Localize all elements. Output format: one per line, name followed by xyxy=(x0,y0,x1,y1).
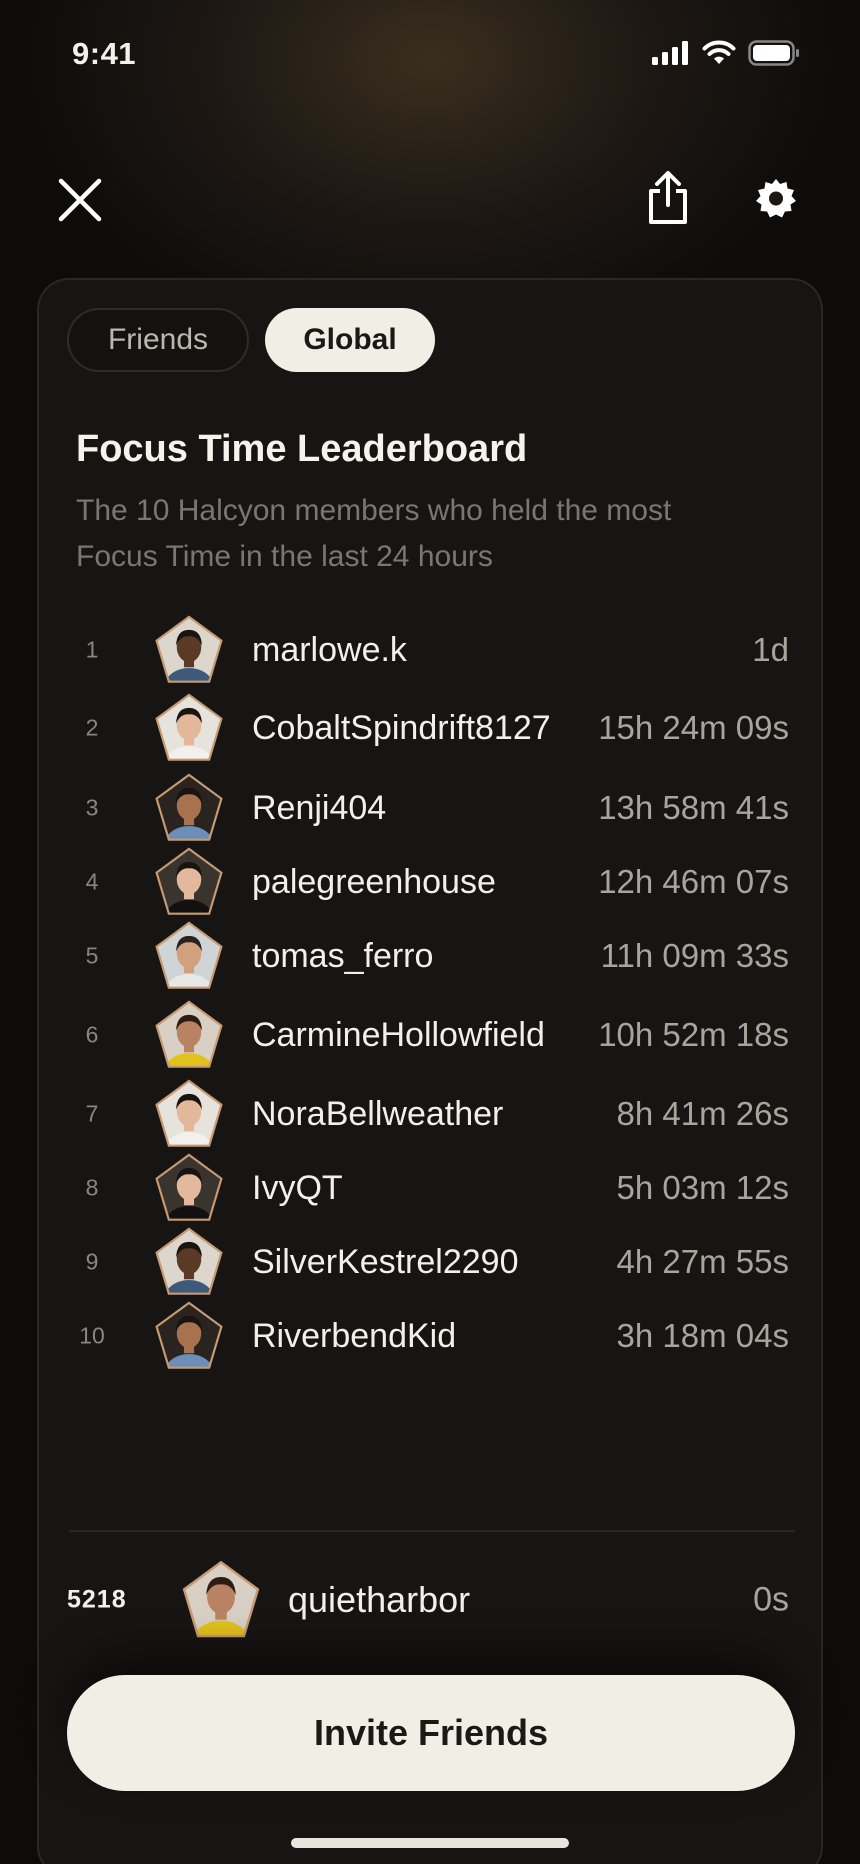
leaderboard-row[interactable]: 2 CobaltSpindrift8127 15h 24m 09s xyxy=(39,688,825,768)
leaderboard-row[interactable]: 1 marlowe.k 1d xyxy=(39,610,825,690)
avatar xyxy=(153,1152,225,1224)
share-button[interactable] xyxy=(640,166,696,230)
row-focus-time: 13h 58m 41s xyxy=(598,789,789,826)
avatar xyxy=(153,1300,225,1372)
row-focus-time: 12h 46m 07s xyxy=(598,863,789,900)
leaderboard-row[interactable]: 10 RiverbendKid 3h 18m 04s xyxy=(39,1296,825,1376)
row-focus-time: 1d xyxy=(752,631,789,668)
leaderboard-row[interactable]: 8 IvyQT 5h 03m 12s xyxy=(39,1148,825,1228)
row-focus-time: 4h 27m 55s xyxy=(616,1243,789,1280)
close-button[interactable] xyxy=(52,172,108,228)
row-username: Renji404 xyxy=(252,789,387,827)
row-rank: 10 xyxy=(79,1322,105,1349)
row-rank: 6 xyxy=(85,1021,99,1048)
invite-friends-button[interactable]: Invite Friends xyxy=(67,1675,795,1791)
row-rank: 8 xyxy=(85,1174,99,1201)
row-focus-time: 8h 41m 26s xyxy=(616,1095,789,1132)
row-username: CobaltSpindrift8127 xyxy=(252,709,551,747)
settings-button[interactable] xyxy=(748,170,804,226)
top-bar xyxy=(0,160,860,230)
row-username: CarmineHollowfield xyxy=(252,1016,545,1054)
leaderboard-row[interactable]: 7 NoraBellweather 8h 41m 26s xyxy=(39,1074,825,1154)
row-rank: 7 xyxy=(85,1100,99,1127)
row-username: IvyQT xyxy=(252,1169,343,1207)
wifi-icon xyxy=(702,40,736,64)
row-focus-time: 11h 09m 33s xyxy=(600,937,789,974)
avatar xyxy=(153,692,225,764)
current-user-avatar xyxy=(180,1559,262,1641)
home-indicator xyxy=(291,1838,569,1848)
leaderboard-title: Focus Time Leaderboard xyxy=(76,428,528,470)
tab-global[interactable]: Global xyxy=(265,308,435,372)
row-focus-time: 15h 24m 09s xyxy=(598,709,789,746)
cellular-signal-icon xyxy=(652,41,688,65)
status-bar: 9:41 xyxy=(0,0,860,110)
row-focus-time: 3h 18m 04s xyxy=(616,1317,789,1354)
leaderboard-row[interactable]: 4 palegreenhouse 12h 46m 07s xyxy=(39,842,825,922)
row-rank: 2 xyxy=(85,714,99,741)
row-rank: 4 xyxy=(85,868,99,895)
row-rank: 5 xyxy=(85,942,99,969)
row-rank: 9 xyxy=(85,1248,99,1275)
leaderboard-card: Friends Global Focus Time Leaderboard Th… xyxy=(37,278,823,1864)
row-username: RiverbendKid xyxy=(252,1317,457,1355)
leaderboard-subtitle: The 10 Halcyon members who held the most… xyxy=(76,494,672,573)
current-user-name: quietharbor xyxy=(288,1579,471,1620)
battery-icon xyxy=(748,40,799,66)
row-username: marlowe.k xyxy=(252,631,407,669)
share-icon xyxy=(649,171,687,224)
avatar xyxy=(153,1078,225,1150)
row-username: palegreenhouse xyxy=(252,863,496,901)
row-focus-time: 5h 03m 12s xyxy=(616,1169,789,1206)
row-username: SilverKestrel2290 xyxy=(252,1243,519,1281)
avatar xyxy=(153,614,225,686)
leaderboard-row[interactable]: 3 Renji404 13h 58m 41s xyxy=(39,768,825,848)
row-rank: 1 xyxy=(85,636,99,663)
row-username: tomas_ferro xyxy=(252,937,434,975)
avatar xyxy=(153,846,225,918)
status-icons xyxy=(652,40,800,66)
status-time: 9:41 xyxy=(72,36,137,71)
avatar xyxy=(153,999,225,1071)
gear-icon xyxy=(756,179,796,218)
avatar xyxy=(153,1226,225,1298)
current-user-rank: 5218 xyxy=(67,1585,127,1614)
avatar xyxy=(153,920,225,992)
current-user-row[interactable]: 5218 quietharbor 0s xyxy=(39,1550,825,1650)
divider xyxy=(69,1530,795,1532)
tab-friends[interactable]: Friends xyxy=(67,308,249,372)
avatar xyxy=(153,772,225,844)
leaderboard-row[interactable]: 6 CarmineHollowfield 10h 52m 18s xyxy=(39,995,825,1075)
close-icon xyxy=(58,178,102,222)
row-rank: 3 xyxy=(85,794,99,821)
row-username: NoraBellweather xyxy=(252,1095,504,1133)
row-focus-time: 10h 52m 18s xyxy=(598,1016,789,1053)
current-user-time: 0s xyxy=(753,1580,789,1619)
tab-bar: Friends Global xyxy=(67,308,435,372)
leaderboard-row[interactable]: 5 tomas_ferro 11h 09m 33s xyxy=(39,916,825,996)
leaderboard-row[interactable]: 9 SilverKestrel2290 4h 27m 55s xyxy=(39,1222,825,1302)
